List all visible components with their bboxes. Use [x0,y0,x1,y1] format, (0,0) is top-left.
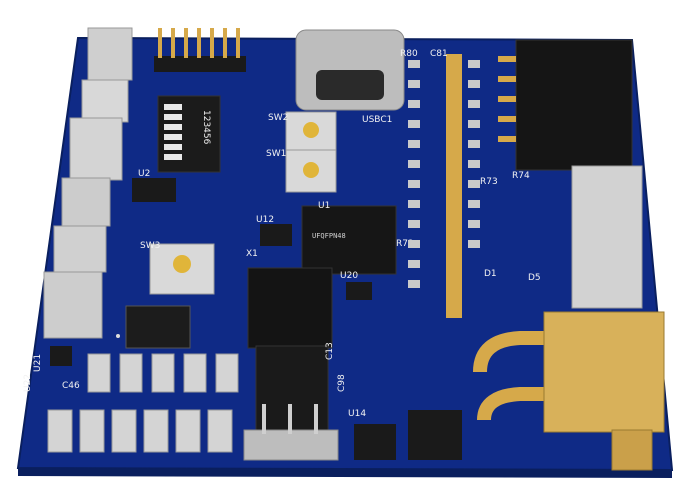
u20-label: U20 [340,271,358,281]
dip-switch: 123456 [157,95,221,173]
u2-label: U2 [138,169,150,179]
switch-sw1 [285,149,337,193]
usb-c-connector [295,29,405,111]
switch-sw3 [149,243,215,295]
sw1-label: SW1 [266,149,286,159]
dip-numbers-label: 123456 [201,110,211,145]
right-black-connector [498,39,633,171]
r73-label: R73 [480,177,498,187]
usbc1-label: USBC1 [362,115,392,125]
ic-u2 [132,178,176,202]
d1-label: D1 [484,269,497,279]
ic-qfn [408,410,462,460]
c46-label: C46 [62,381,80,391]
c81-label: C81 [430,49,448,59]
x1-label: X1 [246,249,258,259]
u22-label: U22 [23,374,33,392]
power-module [247,267,333,349]
pcb-render: 123456 USBC1 SW2 SW1 SW3 UFQFPN48 U1 R72… [0,0,690,497]
sw2-label: SW2 [268,113,288,123]
black-inductor [125,305,191,349]
ufqfpn48-label: UFQFPN48 [312,232,346,240]
right-white-connector [571,165,643,309]
u1-label: U1 [318,201,330,211]
mcu-chip: UFQFPN48 [301,205,397,275]
ic-u21 [50,346,72,366]
ic-u12 [260,224,292,246]
u14-label: U14 [348,409,366,419]
passive-column [446,54,462,318]
u21-label: U21 [33,354,43,372]
r80-label: R80 [400,49,418,59]
r74-label: R74 [512,171,530,181]
pcb-drawing: 123456 USBC1 SW2 SW1 SW3 UFQFPN48 U1 R72… [16,27,674,478]
d5-label: D5 [528,273,541,283]
switch-sw2 [285,111,337,151]
u12-label: U12 [256,215,274,225]
ic-u14 [354,424,396,460]
ic-u20 [346,282,372,300]
pin1-marker [116,334,120,338]
c98-label: C98 [337,374,347,392]
sw3-label: SW3 [140,241,160,251]
c13-label: C13 [325,342,335,360]
